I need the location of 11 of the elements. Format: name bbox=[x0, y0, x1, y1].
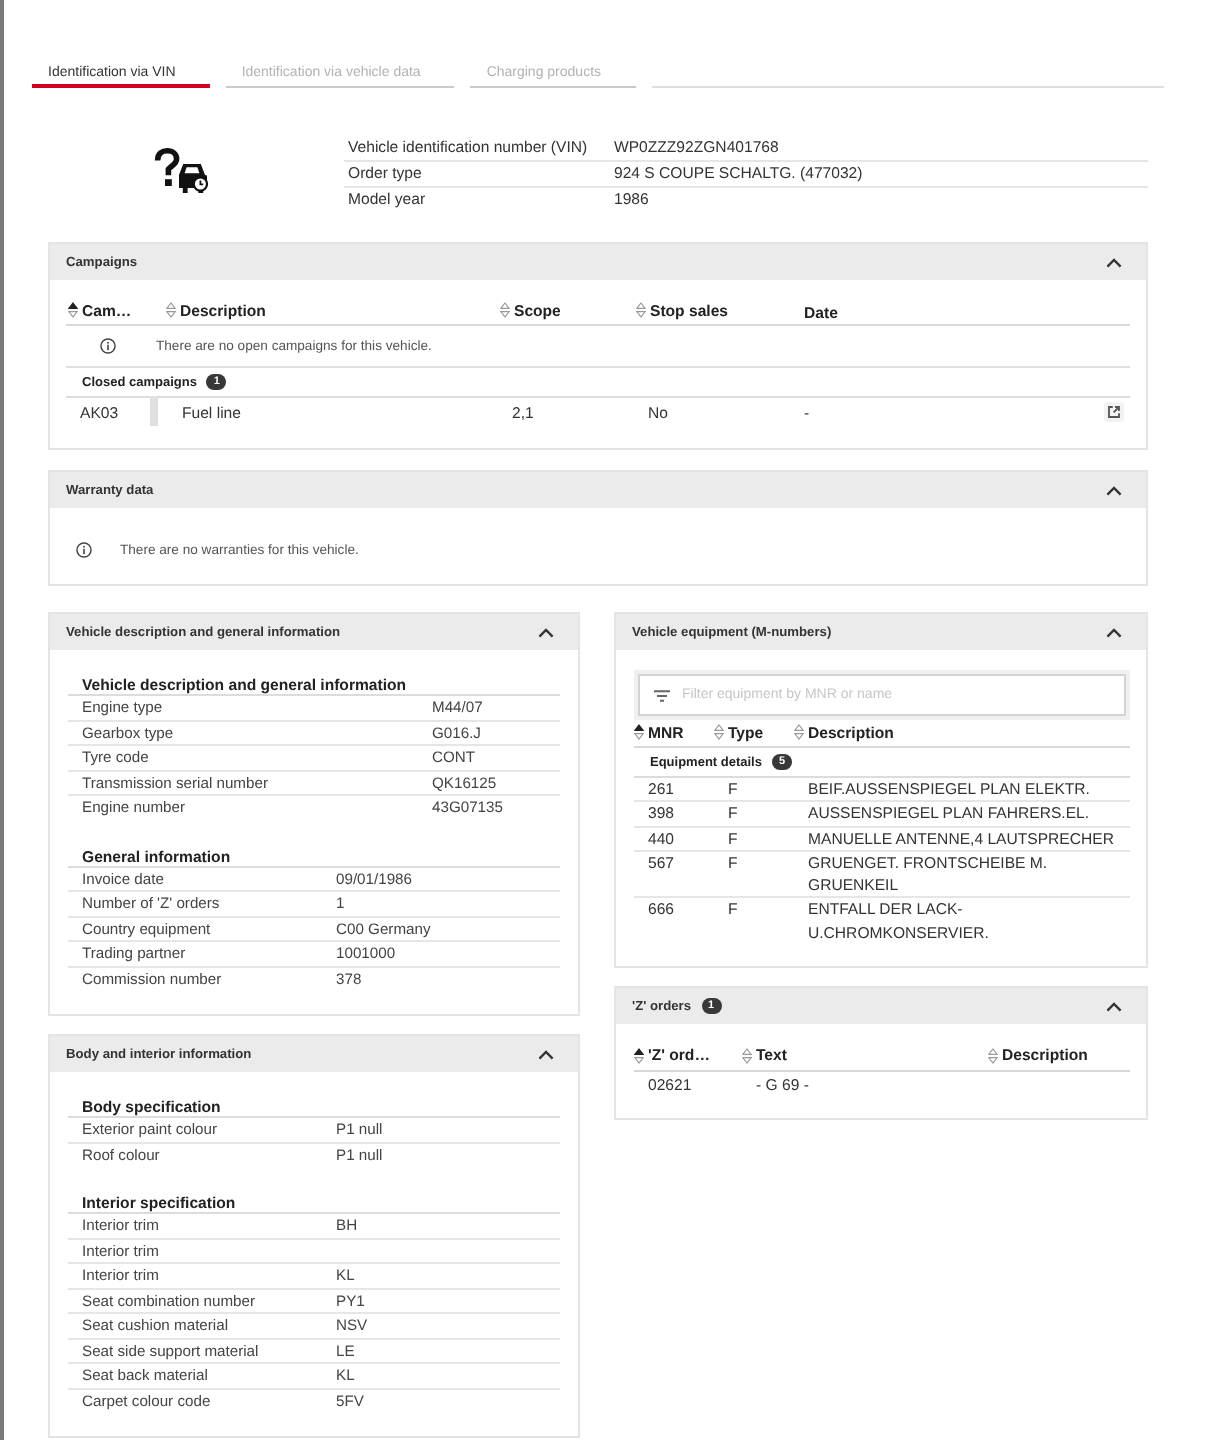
chevron-up-icon[interactable] bbox=[1106, 485, 1122, 495]
chevron-up-icon[interactable] bbox=[1106, 257, 1122, 267]
question-car-icon bbox=[154, 148, 208, 194]
chevron-up-icon[interactable] bbox=[538, 1049, 554, 1059]
external-link-icon[interactable] bbox=[1104, 402, 1124, 422]
info-icon bbox=[76, 542, 92, 558]
filter-icon bbox=[654, 689, 670, 701]
chevron-up-icon[interactable] bbox=[538, 627, 554, 637]
info-icon bbox=[100, 338, 116, 354]
chevron-up-icon[interactable] bbox=[1106, 1001, 1122, 1012]
chevron-up-icon[interactable] bbox=[1106, 627, 1122, 637]
